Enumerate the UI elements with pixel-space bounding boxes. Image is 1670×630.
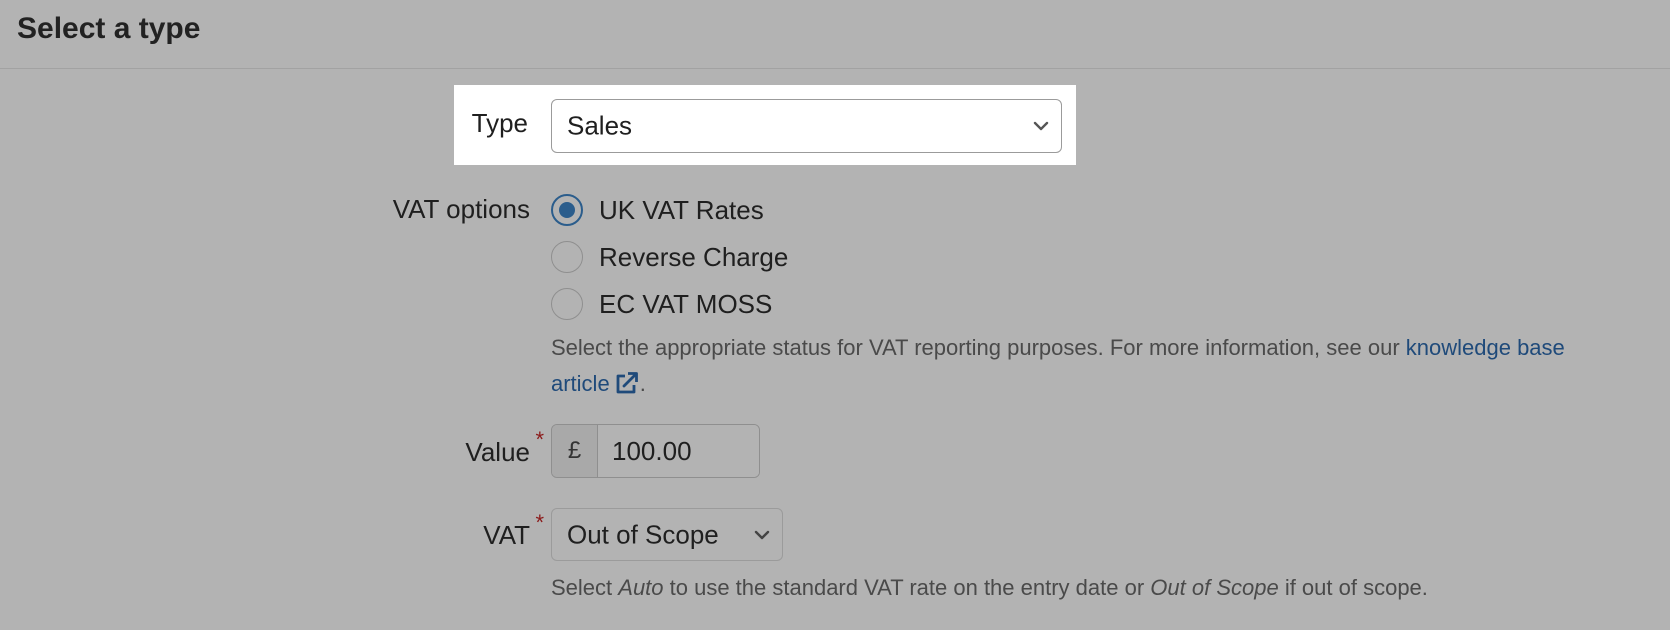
vat-help-auto: Auto	[618, 575, 664, 600]
vat-help-out-of-scope: Out of Scope	[1150, 575, 1279, 600]
vat-options-help: Select the appropriate status for VAT re…	[551, 330, 1641, 402]
vat-label: VAT *	[460, 510, 544, 551]
radio-label-uk-vat-rates: UK VAT Rates	[599, 195, 764, 225]
page-header: Select a type	[0, 0, 1670, 69]
knowledge-base-link[interactable]: knowledge base	[1406, 335, 1565, 360]
required-asterisk: *	[535, 427, 544, 452]
knowledge-base-link-article[interactable]: article	[551, 371, 640, 396]
external-link-icon	[616, 372, 638, 394]
vat-options-help-text: Select the appropriate status for VAT re…	[551, 335, 1406, 360]
type-label: Type	[471, 108, 528, 138]
vat-select[interactable]: Out of Scope	[551, 508, 783, 561]
value-input[interactable]	[598, 425, 759, 477]
chevron-down-icon	[1033, 121, 1049, 131]
chevron-down-icon	[754, 530, 770, 539]
currency-prefix: £	[552, 425, 598, 477]
vat-help-middle: to use the standard VAT rate on the entr…	[663, 575, 1151, 600]
type-select[interactable]: Sales	[551, 99, 1062, 153]
vat-select-value: Out of Scope	[567, 519, 719, 549]
type-select-value: Sales	[567, 110, 633, 141]
vat-help: Select Auto to use the standard VAT rate…	[551, 570, 1641, 606]
value-label: Value *	[440, 427, 544, 468]
page-title: Select a type	[17, 12, 201, 45]
knowledge-base-link-article-text: article	[551, 371, 610, 396]
radio-button[interactable]	[551, 241, 583, 273]
vat-options-label: VAT options	[392, 194, 530, 224]
vat-help-prefix: Select	[551, 575, 619, 600]
vat-help-suffix: if out of scope.	[1278, 575, 1428, 600]
vat-label-text: VAT	[483, 520, 530, 550]
radio-button[interactable]	[551, 288, 583, 320]
radio-label-ec-vat-moss: EC VAT MOSS	[599, 289, 773, 319]
value-input-group[interactable]: £	[551, 424, 760, 478]
radio-label-reverse-charge: Reverse Charge	[599, 242, 789, 272]
value-label-text: Value	[465, 437, 530, 467]
radio-button-checked[interactable]	[551, 194, 583, 226]
help-period: .	[639, 371, 646, 396]
required-asterisk: *	[535, 510, 544, 535]
